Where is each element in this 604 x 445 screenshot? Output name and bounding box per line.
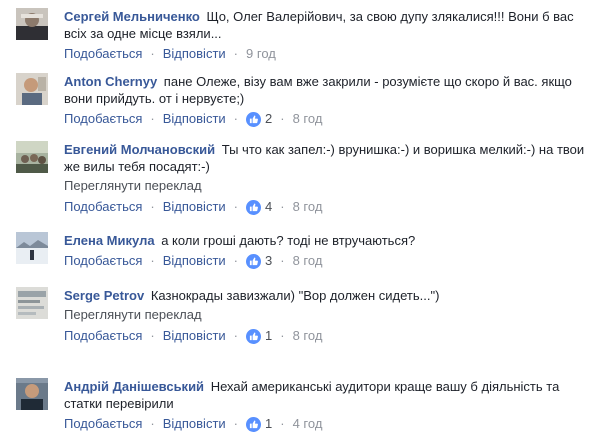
separator-dot: · xyxy=(233,46,239,61)
reply-button[interactable]: Відповісти xyxy=(163,110,226,128)
like-button[interactable]: Подобається xyxy=(64,110,142,128)
separator-dot: · xyxy=(233,199,239,214)
comment-actions: Подобається · Відповісти · 2 · 8 год xyxy=(64,110,594,128)
reactions-number: 1 xyxy=(265,328,273,343)
thumbs-up-icon xyxy=(246,328,262,344)
like-button[interactable]: Подобається xyxy=(64,198,142,216)
separator-dot: · xyxy=(150,416,155,431)
comment-author[interactable]: Serge Petrov xyxy=(64,288,144,303)
comment-author[interactable]: Елена Микула xyxy=(64,233,155,248)
separator-dot: · xyxy=(280,253,285,268)
reactions-count[interactable]: 1 xyxy=(246,415,272,433)
thumbs-up-icon xyxy=(246,199,262,215)
reply-button[interactable]: Відповісти xyxy=(163,252,226,270)
separator-dot: · xyxy=(233,416,239,431)
see-translation-link[interactable]: Переглянути переклад xyxy=(64,306,594,324)
separator-dot: · xyxy=(150,46,155,61)
comment-timestamp[interactable]: 4 год xyxy=(293,415,323,433)
comment-text: а коли гроші дають? тоді не втручаються? xyxy=(161,233,416,248)
reply-button[interactable]: Відповісти xyxy=(163,45,226,63)
comment-author[interactable]: Anton Chernyy xyxy=(64,74,157,89)
comment-timestamp[interactable]: 9 год xyxy=(246,45,276,63)
reply-button[interactable]: Відповісти xyxy=(163,198,226,216)
separator-dot: · xyxy=(233,111,239,126)
avatar[interactable] xyxy=(16,378,48,410)
comment-author[interactable]: Евгений Молчановский xyxy=(64,142,215,157)
reactions-count[interactable]: 2 xyxy=(246,110,272,128)
like-button[interactable]: Подобається xyxy=(64,327,142,345)
separator-dot: · xyxy=(280,111,285,126)
comment-author[interactable]: Сергей Мельниченко xyxy=(64,9,200,24)
like-button[interactable]: Подобається xyxy=(64,415,142,433)
comment-actions: Подобається · Відповісти · 1 · 4 год xyxy=(64,415,594,433)
separator-dot: · xyxy=(150,328,155,343)
comment-author[interactable]: Андрій Данішевський xyxy=(64,379,204,394)
see-translation-link[interactable]: Переглянути переклад xyxy=(64,177,594,195)
avatar[interactable] xyxy=(16,141,48,173)
comment-timestamp[interactable]: 8 год xyxy=(293,110,323,128)
reply-button[interactable]: Відповісти xyxy=(163,327,226,345)
reactions-number: 3 xyxy=(265,253,273,268)
thumbs-up-icon xyxy=(246,111,262,127)
reactions-number: 2 xyxy=(265,111,273,126)
comment-list: Сергей Мельниченко Що, Олег Валерійович,… xyxy=(0,0,604,445)
thumbs-up-icon xyxy=(246,253,262,269)
avatar[interactable] xyxy=(16,73,48,105)
reactions-number: 4 xyxy=(265,199,273,214)
like-button[interactable]: Подобається xyxy=(64,45,142,63)
comment-timestamp[interactable]: 8 год xyxy=(293,198,323,216)
separator-dot: · xyxy=(280,328,285,343)
comment-actions: Подобається · Відповісти · 1 · 8 год xyxy=(64,327,594,345)
avatar[interactable] xyxy=(16,287,48,319)
comment-actions: Подобається · Відповісти · 4 · 8 год xyxy=(64,198,594,216)
thumbs-up-icon xyxy=(246,416,262,432)
separator-dot: · xyxy=(150,253,155,268)
reactions-number: 1 xyxy=(265,416,273,431)
comment-timestamp[interactable]: 8 год xyxy=(293,327,323,345)
comment-text: Казнокрады завизжали) "Вор должен сидеть… xyxy=(150,288,440,303)
separator-dot: · xyxy=(280,199,285,214)
reactions-count[interactable]: 4 xyxy=(246,198,272,216)
separator-dot: · xyxy=(233,328,239,343)
like-button[interactable]: Подобається xyxy=(64,252,142,270)
avatar[interactable] xyxy=(16,8,48,40)
separator-dot: · xyxy=(150,199,155,214)
reactions-count[interactable]: 3 xyxy=(246,252,272,270)
avatar[interactable] xyxy=(16,232,48,264)
comment-timestamp[interactable]: 8 год xyxy=(293,252,323,270)
separator-dot: · xyxy=(233,253,239,268)
reactions-count[interactable]: 1 xyxy=(246,327,272,345)
reply-button[interactable]: Відповісти xyxy=(163,415,226,433)
separator-dot: · xyxy=(150,111,155,126)
comment-actions: Подобається · Відповісти · 3 · 8 год xyxy=(64,252,594,270)
separator-dot: · xyxy=(280,416,285,431)
comment-actions: Подобається · Відповісти · 9 год xyxy=(64,45,594,63)
